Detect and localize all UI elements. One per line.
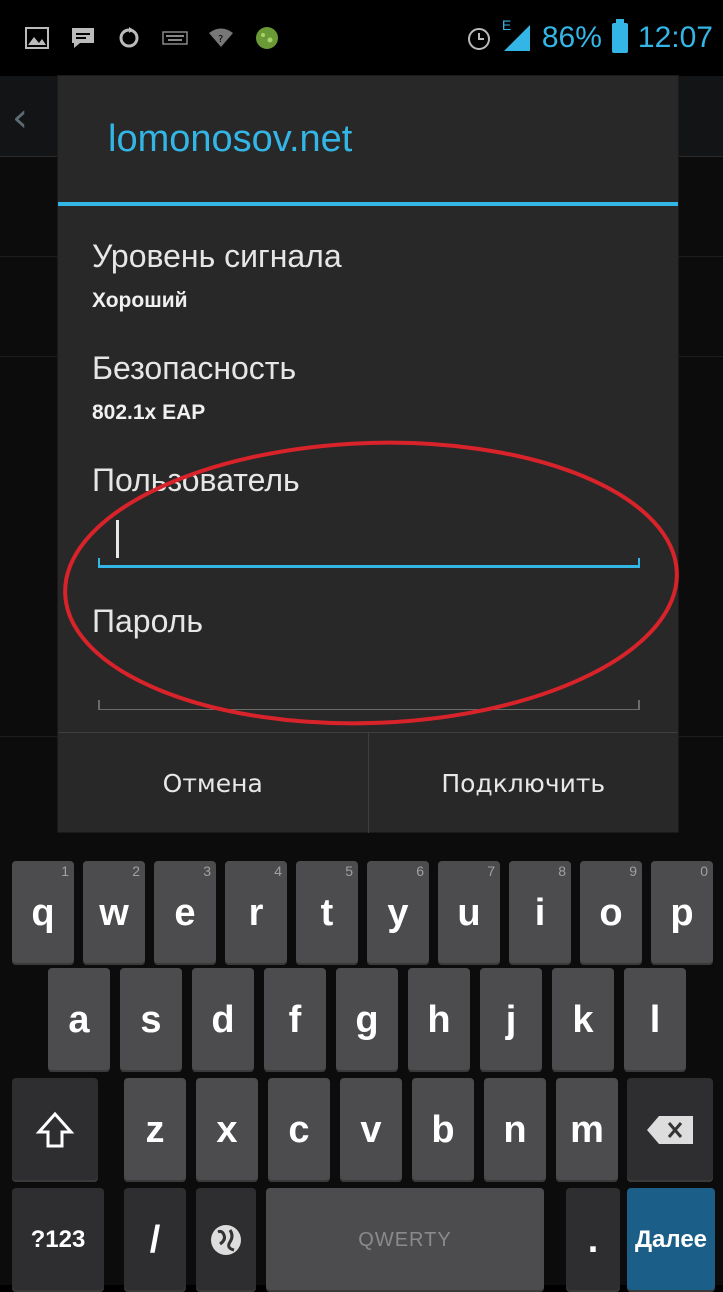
key-h[interactable]: h [408,968,470,1072]
signal-strength-label: Уровень сигнала [92,238,342,274]
keyboard-icon [162,26,188,50]
text-cursor [116,520,119,558]
key-a[interactable]: a [48,968,110,1072]
globe-icon [211,1225,241,1255]
battery-percent: 86% [541,21,602,54]
space-key[interactable]: QWERTY [266,1188,544,1292]
key-c[interactable]: c [268,1078,330,1182]
key-n[interactable]: n [484,1078,546,1182]
input-underline [98,565,640,568]
security-value: 802.1x EAP [92,401,206,424]
android-app-icon [254,26,280,50]
gallery-icon [24,26,50,50]
key-x[interactable]: x [196,1078,258,1182]
key-hint-9: 9 [629,863,637,879]
key-hint-2: 2 [132,863,140,879]
shift-key[interactable] [12,1078,98,1182]
key-hint-1: 1 [61,863,69,879]
password-input[interactable] [98,658,640,710]
username-label: Пользователь [92,462,300,498]
password-label: Пароль [92,603,204,639]
key-s[interactable]: s [120,968,182,1072]
svg-text:?: ? [218,34,223,45]
title-divider [58,202,678,206]
message-icon [70,26,96,50]
dialog-title: lomonosov.net [108,118,353,160]
key-hint-6: 6 [416,863,424,879]
key-o[interactable]: o9 [580,861,642,965]
key-g[interactable]: g [336,968,398,1072]
key-z[interactable]: z [124,1078,186,1182]
key-hint-7: 7 [487,863,495,879]
dialog-button-bar: Отмена Подключить [58,732,678,833]
key-m[interactable]: m [556,1078,618,1182]
key-y[interactable]: y6 [367,861,429,965]
wifi-question-icon: ? [208,26,234,50]
status-bar: ? E 86% 12:07 [0,0,723,76]
key-l[interactable]: l [624,968,686,1072]
security-label: Безопасность [92,350,297,386]
key-k[interactable]: k [552,968,614,1072]
language-key[interactable] [196,1188,256,1292]
key-j[interactable]: j [480,968,542,1072]
key-q[interactable]: q1 [12,861,74,965]
key-hint-4: 4 [274,863,282,879]
key-p[interactable]: p0 [651,861,713,965]
battery-icon [611,19,628,53]
period-key[interactable]: . [566,1188,620,1292]
key-hint-0: 0 [700,863,708,879]
input-underline [98,709,640,710]
key-hint-5: 5 [345,863,353,879]
signal-strength-value: Хороший [92,289,188,312]
wifi-connect-dialog: lomonosov.net Уровень сигнала Хороший Бе… [58,76,678,833]
backspace-icon [647,1116,693,1144]
shift-icon [35,1111,75,1148]
next-key[interactable]: Далее [627,1188,715,1292]
key-r[interactable]: r4 [225,861,287,965]
key-f[interactable]: f [264,968,326,1072]
key-i[interactable]: i8 [509,861,571,965]
key-hint-3: 3 [203,863,211,879]
key-u[interactable]: u7 [438,861,500,965]
cancel-button[interactable]: Отмена [58,733,368,833]
key-d[interactable]: d [192,968,254,1072]
sync-icon [116,26,142,50]
alarm-icon [466,26,492,50]
key-t[interactable]: t5 [296,861,358,965]
key-e[interactable]: e3 [154,861,216,965]
key-v[interactable]: v [340,1078,402,1182]
key-hint-8: 8 [558,863,566,879]
username-input[interactable] [98,516,640,568]
symbols-key[interactable]: ?123 [12,1188,104,1292]
key-b[interactable]: b [412,1078,474,1182]
signal-icon: E [502,17,532,53]
backspace-key[interactable] [627,1078,713,1182]
clock: 12:07 [637,21,713,54]
slash-key[interactable]: / [124,1188,186,1292]
back-chevron-icon: ‹ [12,95,28,141]
connect-button[interactable]: Подключить [367,733,679,833]
key-w[interactable]: w2 [83,861,145,965]
